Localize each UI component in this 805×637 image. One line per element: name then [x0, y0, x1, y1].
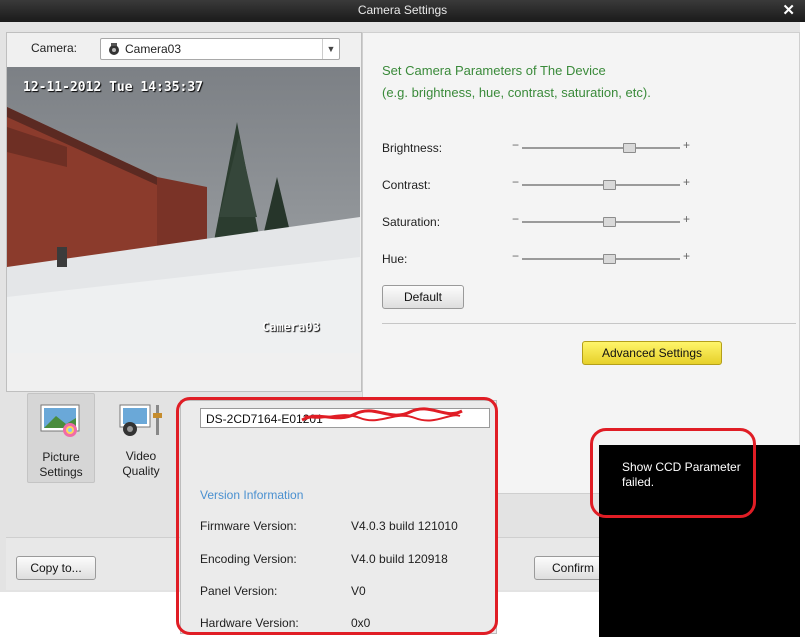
redaction-scribble	[301, 407, 463, 422]
tab-picture-settings-label-2: Settings	[39, 465, 83, 479]
preview-scene	[7, 67, 360, 353]
camera-select-value: Camera03	[125, 42, 182, 56]
title-bar: Camera Settings ✕	[0, 0, 805, 22]
plus-icon[interactable]: +	[683, 212, 690, 226]
slider-thumb[interactable]	[602, 217, 616, 227]
brightness-label: Brightness:	[382, 141, 443, 155]
plus-icon[interactable]: +	[683, 175, 690, 189]
hue-slider[interactable]: − +	[512, 249, 690, 264]
advanced-settings-button[interactable]: Advanced Settings	[582, 341, 722, 365]
hardware-version-label: Hardware Version:	[200, 616, 299, 630]
window-title: Camera Settings	[357, 3, 448, 17]
tab-picture-settings-label-1: Picture	[42, 450, 80, 464]
slider-thumb[interactable]	[602, 254, 616, 264]
slider-thumb[interactable]	[602, 180, 616, 190]
encoding-version-label: Encoding Version:	[200, 552, 297, 566]
firmware-version-label: Firmware Version:	[200, 519, 297, 533]
encoding-version-value: V4.0 build 120918	[351, 552, 448, 566]
plus-icon[interactable]: +	[683, 249, 690, 263]
hardware-version-value: 0x0	[351, 616, 371, 630]
brightness-slider[interactable]: − +	[512, 138, 690, 153]
slider-track	[522, 221, 680, 223]
minus-icon[interactable]: −	[512, 138, 519, 152]
close-icon[interactable]: ✕	[782, 1, 795, 19]
contrast-slider[interactable]: − +	[512, 175, 690, 190]
copy-to-button[interactable]: Copy to...	[16, 556, 96, 580]
slider-track	[522, 147, 680, 149]
chevron-down-icon[interactable]: ▼	[322, 39, 339, 59]
error-toast-message: Show CCD Parameter failed.	[622, 460, 741, 489]
slider-track	[522, 184, 680, 186]
tab-video-quality-label-1: Video	[125, 449, 157, 463]
camera-select[interactable]: Camera03 ▼	[100, 38, 340, 60]
hue-label: Hue:	[382, 252, 408, 266]
minus-icon[interactable]: −	[512, 175, 519, 189]
slider-thumb[interactable]	[623, 143, 637, 153]
contrast-label: Contrast:	[382, 178, 431, 192]
saturation-label: Saturation:	[382, 215, 441, 229]
preview-camera-name: Camera03	[262, 320, 320, 334]
settings-header-line2: (e.g. brightness, hue, contrast, saturat…	[382, 85, 651, 100]
saturation-slider[interactable]: − +	[512, 212, 690, 227]
firmware-version-value: V4.0.3 build 121010	[351, 519, 458, 533]
panel-version-value: V0	[351, 584, 366, 598]
tab-video-quality-label-2: Quality	[122, 464, 160, 478]
tab-picture-settings[interactable]: Picture Settings	[27, 393, 95, 483]
minus-icon[interactable]: −	[512, 212, 519, 226]
panel-version-label: Panel Version:	[200, 584, 278, 598]
camera-preview	[7, 67, 360, 353]
picture-settings-icon	[40, 404, 80, 437]
camera-icon	[109, 43, 119, 55]
settings-header: Set Camera Parameters of The Device (e.g…	[382, 60, 651, 104]
minus-icon[interactable]: −	[512, 249, 519, 263]
settings-header-line1: Set Camera Parameters of The Device	[382, 63, 606, 78]
default-button[interactable]: Default	[382, 285, 464, 309]
preview-timestamp: 12-11-2012 Tue 14:35:37	[23, 80, 204, 95]
plus-icon[interactable]: +	[683, 138, 690, 152]
slider-track	[522, 258, 680, 260]
device-info-panel	[180, 400, 497, 634]
video-quality-icon	[119, 404, 162, 436]
tab-video-quality[interactable]: Video Quality	[108, 393, 174, 481]
camera-label: Camera:	[31, 41, 78, 55]
version-info-header: Version Information	[200, 488, 304, 502]
divider	[382, 323, 796, 324]
